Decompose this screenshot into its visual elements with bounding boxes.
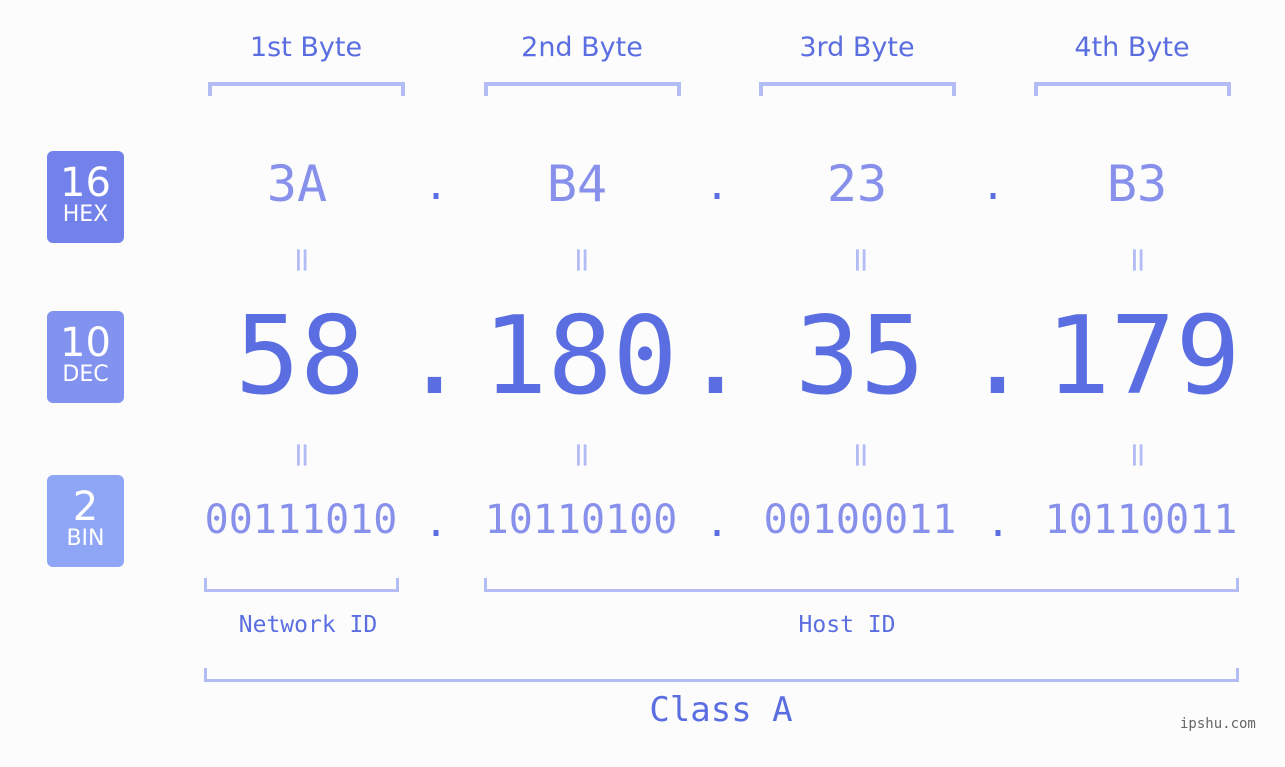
byte-header-1: 1st Byte	[249, 32, 363, 63]
byte-header-3: 3rd Byte	[799, 32, 915, 63]
byte-bracket-2	[484, 82, 681, 96]
hex-separator-3: .	[981, 163, 1006, 209]
host-id-bracket	[484, 578, 1239, 592]
dec-badge-label: DEC	[62, 362, 109, 387]
dec-badge-number: 10	[60, 320, 111, 366]
watermark: ipshu.com	[1180, 716, 1256, 732]
bin-separator-1: .	[424, 500, 449, 546]
bin-badge-label: BIN	[66, 526, 105, 551]
bin-byte-3: 00100011	[763, 497, 957, 543]
hex-badge-label: HEX	[62, 202, 109, 227]
byte-header-2: 2nd Byte	[521, 32, 643, 63]
network-id-bracket	[204, 578, 399, 592]
host-id-label: Host ID	[798, 612, 896, 638]
byte-bracket-1	[208, 82, 405, 96]
bin-badge: 2 BIN	[47, 475, 124, 567]
bin-byte-4: 10110011	[1044, 497, 1238, 543]
network-id-label: Network ID	[238, 612, 378, 638]
byte-bracket-3	[759, 82, 956, 96]
hex-badge-number: 16	[60, 160, 111, 206]
bin-byte-1: 00111010	[204, 497, 398, 543]
bin-badge-number: 2	[72, 484, 99, 530]
byte-header-4: 4th Byte	[1074, 32, 1190, 63]
class-label: Class A	[649, 690, 793, 730]
bin-byte-2: 10110100	[484, 497, 678, 543]
hex-separator-2: .	[705, 163, 730, 209]
class-bracket	[204, 668, 1239, 682]
dec-separator-1: .	[402, 294, 468, 419]
dec-badge: 10 DEC	[47, 311, 124, 403]
dec-separator-3: .	[965, 294, 1031, 419]
hex-badge: 16 HEX	[47, 151, 124, 243]
hex-separator-1: .	[424, 163, 449, 209]
byte-bracket-4	[1034, 82, 1231, 96]
bin-separator-2: .	[705, 500, 730, 546]
dec-separator-2: .	[683, 294, 749, 419]
bin-separator-3: .	[986, 500, 1011, 546]
